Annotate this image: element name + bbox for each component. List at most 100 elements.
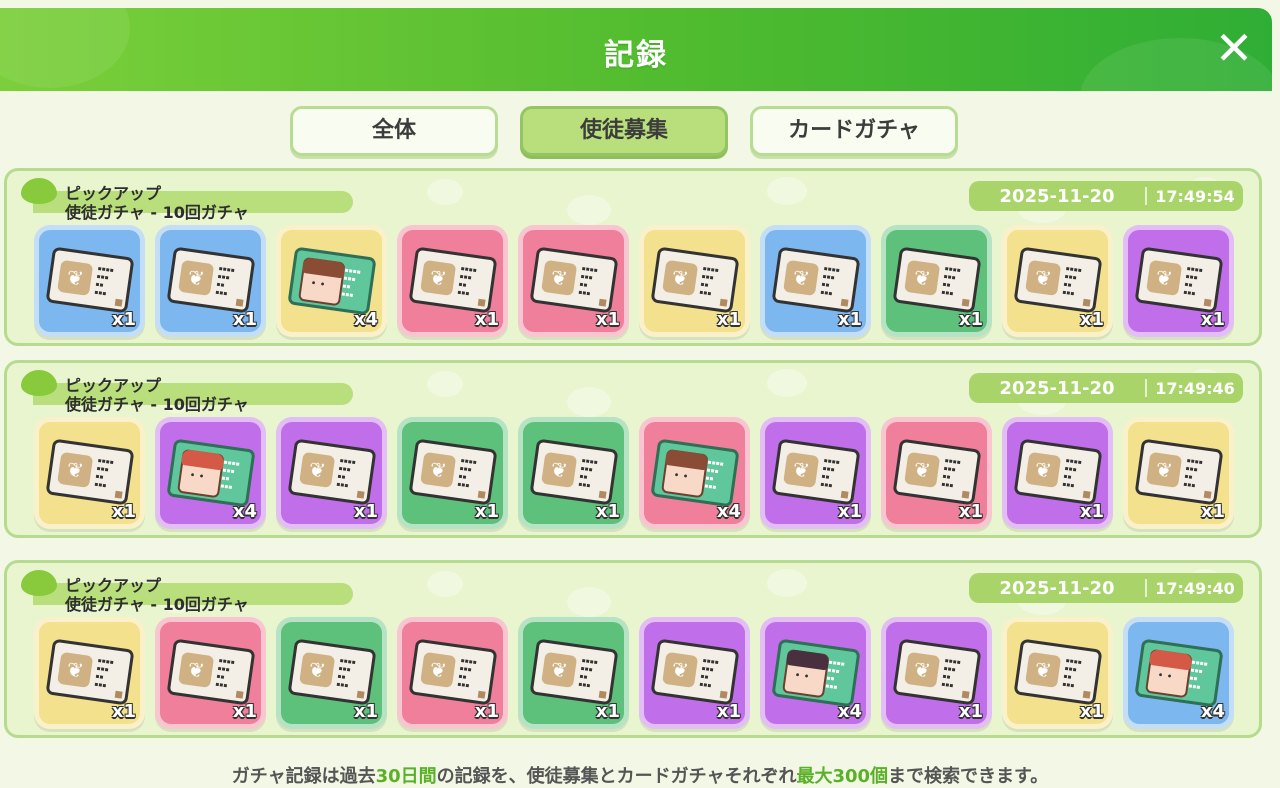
item-quantity: x1 xyxy=(232,701,257,722)
item-ticket[interactable]: ❦ ▪▪▪▪ ▪▪▪ ▪▪ ▪▪▪ x1 xyxy=(276,617,387,729)
record-date: 2025-11-20 xyxy=(999,185,1115,207)
close-button[interactable]: ✕ xyxy=(1208,22,1260,74)
item-ticket[interactable]: ❦ ▪▪▪▪ ▪▪▪ ▪▪ ▪▪▪ x1 xyxy=(276,417,387,529)
character-portrait xyxy=(781,648,830,699)
ticket-stamp xyxy=(840,490,849,499)
item-ticket[interactable]: ❦ ▪▪▪▪ ▪▪▪ ▪▪ ▪▪▪ x1 xyxy=(34,225,145,337)
tab-apostle-recruit[interactable]: 使徒募集 xyxy=(520,106,728,156)
background-bubble xyxy=(567,387,611,417)
item-quantity: x4 xyxy=(716,501,741,522)
item-ticket[interactable]: ❦ ▪▪▪▪ ▪▪▪ ▪▪ ▪▪▪ x1 xyxy=(34,617,145,729)
item-quantity: x1 xyxy=(474,309,499,330)
ticket-stamp xyxy=(719,298,728,307)
ticket-print: ▪▪▪▪ ▪▪▪ ▪▪ ▪▪▪ xyxy=(456,656,478,690)
record-subtitle: 使徒ガチャ - 10回ガチャ xyxy=(65,395,249,414)
sprout-icon: ❦ xyxy=(541,451,578,488)
item-character-card[interactable]: ▪▪▪▪▪▪▪▪▪▪▪▪ x4 xyxy=(276,225,387,337)
item-ticket[interactable]: ❦ ▪▪▪▪ ▪▪▪ ▪▪ ▪▪▪ x1 xyxy=(34,417,145,529)
tab-card-gacha[interactable]: カードガチャ xyxy=(750,106,958,156)
ticket-print: ▪▪▪▪ ▪▪▪ ▪▪ ▪▪▪ xyxy=(335,656,357,690)
item-ticket[interactable]: ❦ ▪▪▪▪ ▪▪▪ ▪▪ ▪▪▪ x1 xyxy=(639,617,750,729)
item-ticket[interactable]: ❦ ▪▪▪▪ ▪▪▪ ▪▪ ▪▪▪ x1 xyxy=(1002,617,1113,729)
item-ticket[interactable]: ❦ ▪▪▪▪ ▪▪▪ ▪▪ ▪▪▪ x1 xyxy=(1002,417,1113,529)
ticket-stamp xyxy=(598,690,607,699)
close-icon: ✕ xyxy=(1214,21,1254,75)
ticket-icon: ❦ ▪▪▪▪ ▪▪▪ ▪▪ ▪▪▪ xyxy=(1013,438,1103,506)
item-quantity: x1 xyxy=(474,501,499,522)
item-quantity: x1 xyxy=(1200,501,1225,522)
sprout-icon: ❦ xyxy=(178,259,215,296)
item-ticket[interactable]: ❦ ▪▪▪▪ ▪▪▪ ▪▪ ▪▪▪ x1 xyxy=(1123,225,1234,337)
page-title: 記録 xyxy=(604,38,668,73)
item-quantity: x4 xyxy=(1200,701,1225,722)
ticket-print: ▪▪▪▪ ▪▪▪ ▪▪ ▪▪▪ xyxy=(577,264,599,298)
ticket-stamp xyxy=(1203,490,1212,499)
item-ticket[interactable]: ❦ ▪▪▪▪ ▪▪▪ ▪▪ ▪▪▪ x1 xyxy=(155,225,266,337)
sprout-icon: ❦ xyxy=(662,259,699,296)
item-character-card[interactable]: ▪▪▪▪▪▪▪▪▪▪▪▪ x4 xyxy=(639,417,750,529)
item-ticket[interactable]: ❦ ▪▪▪▪ ▪▪▪ ▪▪ ▪▪▪ x1 xyxy=(397,417,508,529)
item-ticket[interactable]: ❦ ▪▪▪▪ ▪▪▪ ▪▪ ▪▪▪ x1 xyxy=(518,617,629,729)
ticket-icon: ❦ ▪▪▪▪ ▪▪▪ ▪▪ ▪▪▪ xyxy=(408,246,498,314)
ticket-print: ▪▪▪▪ ▪▪▪ ▪▪ ▪▪▪ xyxy=(940,456,962,490)
sprout-icon: ❦ xyxy=(541,651,578,688)
ticket-stamp xyxy=(961,298,970,307)
ticket-icon: ❦ ▪▪▪▪ ▪▪▪ ▪▪ ▪▪▪ xyxy=(1013,246,1103,314)
character-portrait xyxy=(297,256,346,307)
ticket-icon: ❦ ▪▪▪▪ ▪▪▪ ▪▪ ▪▪▪ xyxy=(650,638,740,706)
tab-all[interactable]: 全体 xyxy=(290,106,498,156)
card-print: ▪▪▪▪ ▪▪▪ ▪▪ ▪▪▪ xyxy=(824,658,846,692)
ticket-print: ▪▪▪▪ ▪▪▪ ▪▪ ▪▪▪ xyxy=(1182,456,1204,490)
leaf-icon xyxy=(21,178,57,204)
item-quantity: x1 xyxy=(111,501,136,522)
item-character-card[interactable]: ▪▪▪▪▪▪▪▪▪▪▪▪ x4 xyxy=(760,617,871,729)
item-character-card[interactable]: ▪▪▪▪▪▪▪▪▪▪▪▪ x4 xyxy=(1123,617,1234,729)
ticket-stamp xyxy=(114,490,123,499)
item-ticket[interactable]: ❦ ▪▪▪▪ ▪▪▪ ▪▪ ▪▪▪ x1 xyxy=(881,225,992,337)
item-ticket[interactable]: ❦ ▪▪▪▪ ▪▪▪ ▪▪ ▪▪▪ x1 xyxy=(639,225,750,337)
record-items: ❦ ▪▪▪▪ ▪▪▪ ▪▪ ▪▪▪ x1 ❦ ▪▪▪▪ ▪▪▪ ▪▪ ▪▪▪ x1 ❦ ▪▪▪▪ ▪▪▪ ▪▪… xyxy=(34,617,1234,729)
background-bubble xyxy=(427,179,463,205)
item-ticket[interactable]: ❦ ▪▪▪▪ ▪▪▪ ▪▪ ▪▪▪ x1 xyxy=(155,617,266,729)
ticket-stamp xyxy=(598,490,607,499)
item-ticket[interactable]: ❦ ▪▪▪▪ ▪▪▪ ▪▪ ▪▪▪ x1 xyxy=(1123,417,1234,529)
item-ticket[interactable]: ❦ ▪▪▪▪ ▪▪▪ ▪▪ ▪▪▪ x1 xyxy=(760,417,871,529)
item-quantity: x1 xyxy=(1079,501,1104,522)
sprout-icon: ❦ xyxy=(420,651,457,688)
character-card-icon: ▪▪▪▪▪▪▪▪▪▪▪▪ xyxy=(287,246,377,316)
sprout-icon: ❦ xyxy=(541,259,578,296)
item-ticket[interactable]: ❦ ▪▪▪▪ ▪▪▪ ▪▪ ▪▪▪ x1 xyxy=(760,225,871,337)
ticket-icon: ❦ ▪▪▪▪ ▪▪▪ ▪▪ ▪▪▪ xyxy=(1134,246,1224,314)
item-ticket[interactable]: ❦ ▪▪▪▪ ▪▪▪ ▪▪ ▪▪▪ x1 xyxy=(397,617,508,729)
character-card-icon: ▪▪▪▪▪▪▪▪▪▪▪▪ xyxy=(166,438,256,508)
item-quantity: x1 xyxy=(232,309,257,330)
header-bar: 記録 ✕ xyxy=(0,8,1272,91)
ticket-icon: ❦ ▪▪▪▪ ▪▪▪ ▪▪ ▪▪▪ xyxy=(771,438,861,506)
sprout-icon: ❦ xyxy=(904,651,941,688)
footer-text: の記録を、使徒募集とカードガチャそれぞれ xyxy=(436,766,797,787)
item-ticket[interactable]: ❦ ▪▪▪▪ ▪▪▪ ▪▪ ▪▪▪ x1 xyxy=(518,417,629,529)
ticket-stamp xyxy=(1082,298,1091,307)
background-bubble xyxy=(567,195,611,225)
ticket-icon: ❦ ▪▪▪▪ ▪▪▪ ▪▪ ▪▪▪ xyxy=(892,638,982,706)
item-ticket[interactable]: ❦ ▪▪▪▪ ▪▪▪ ▪▪ ▪▪▪ x1 xyxy=(881,617,992,729)
sprout-icon: ❦ xyxy=(1025,259,1062,296)
ticket-icon: ❦ ▪▪▪▪ ▪▪▪ ▪▪ ▪▪▪ xyxy=(771,246,861,314)
ticket-stamp xyxy=(1203,298,1212,307)
record-date: 2025-11-20 xyxy=(999,577,1115,599)
ticket-stamp xyxy=(356,490,365,499)
item-ticket[interactable]: ❦ ▪▪▪▪ ▪▪▪ ▪▪ ▪▪▪ x1 xyxy=(518,225,629,337)
item-ticket[interactable]: ❦ ▪▪▪▪ ▪▪▪ ▪▪ ▪▪▪ x1 xyxy=(397,225,508,337)
item-ticket[interactable]: ❦ ▪▪▪▪ ▪▪▪ ▪▪ ▪▪▪ x1 xyxy=(1002,225,1113,337)
ticket-print: ▪▪▪▪ ▪▪▪ ▪▪ ▪▪▪ xyxy=(698,264,720,298)
ticket-stamp xyxy=(477,690,486,699)
ticket-print: ▪▪▪▪ ▪▪▪ ▪▪ ▪▪▪ xyxy=(1061,656,1083,690)
card-print: ▪▪▪▪ ▪▪▪ ▪▪ ▪▪▪ xyxy=(219,458,241,492)
item-ticket[interactable]: ❦ ▪▪▪▪ ▪▪▪ ▪▪ ▪▪▪ x1 xyxy=(881,417,992,529)
background-bubble xyxy=(427,371,463,397)
footer-note: ガチャ記録は過去30日間の記録を、使徒募集とカードガチャそれぞれ最大300個まで… xyxy=(0,762,1280,788)
item-character-card[interactable]: ▪▪▪▪▪▪▪▪▪▪▪▪ x4 xyxy=(155,417,266,529)
item-quantity: x1 xyxy=(958,501,983,522)
record-time: 17:49:46 xyxy=(1155,378,1235,398)
ticket-print: ▪▪▪▪ ▪▪▪ ▪▪ ▪▪▪ xyxy=(819,456,841,490)
